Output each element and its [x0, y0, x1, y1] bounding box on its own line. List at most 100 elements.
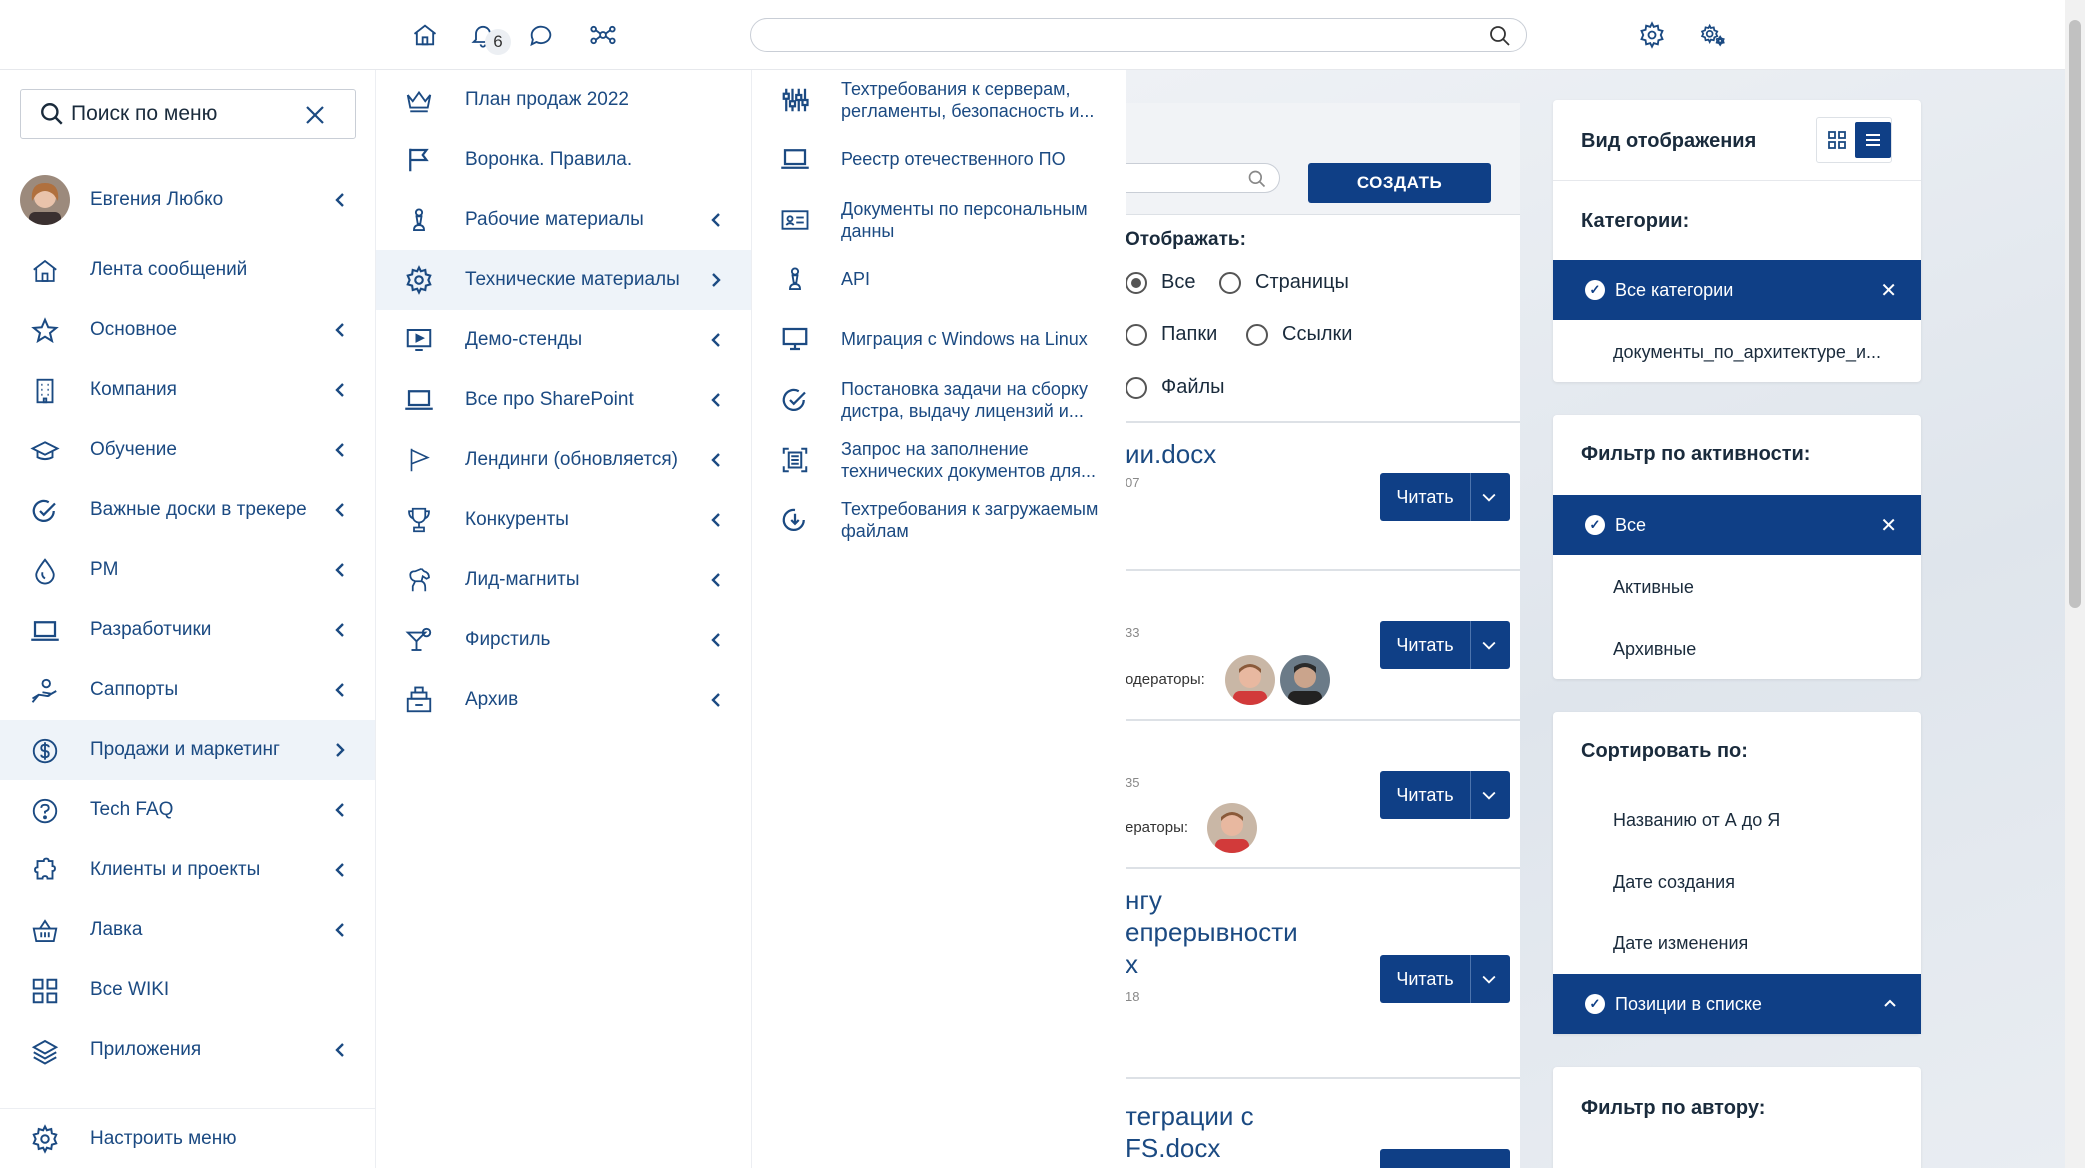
menu-item-learning[interactable]: Обучение — [0, 420, 375, 480]
close-icon[interactable]: ✕ — [1880, 513, 1897, 538]
radio-files[interactable]: Файлы — [1125, 376, 1225, 399]
document-title-line[interactable]: FS.docx — [1125, 1133, 1220, 1164]
avatar[interactable] — [1207, 803, 1257, 853]
category-option[interactable]: документы_по_архитектуре_и... — [1553, 322, 1921, 382]
document-title[interactable]: ии.docx — [1125, 439, 1216, 470]
tech-item-label: Техтребования к загружаемым файлам — [841, 499, 1099, 541]
menu-item-tracker-boards[interactable]: Важные доски в трекере — [0, 480, 375, 540]
activity-option[interactable]: Активные — [1553, 557, 1921, 617]
activity-option[interactable]: Архивные — [1553, 619, 1921, 679]
tech-item-distro-build-task[interactable]: Постановка задачи на сборку дистра, выда… — [752, 378, 1126, 422]
configure-menu-item[interactable]: Настроить меню — [0, 1108, 375, 1168]
tech-item-server-requirements[interactable]: Техтребования к серверам, регламенты, бе… — [752, 78, 1126, 122]
radio-links[interactable]: Ссылки — [1246, 323, 1352, 346]
search-icon[interactable] — [1488, 24, 1512, 48]
tech-item-label: Запрос на заполнение технических докумен… — [841, 439, 1097, 481]
menu-item-pm[interactable]: PM — [0, 540, 375, 600]
read-button[interactable]: Читать — [1380, 771, 1510, 819]
submenu-item-lead-magnets[interactable]: Лид-магниты — [376, 550, 751, 610]
close-icon[interactable] — [303, 103, 327, 127]
settings-button[interactable] — [1634, 17, 1670, 53]
submenu-item-label: Демо-стенды — [465, 329, 583, 350]
read-button[interactable]: Читать — [1380, 955, 1510, 1003]
tech-item-windows-linux-migration[interactable]: Миграция с Windows на Linux — [752, 327, 1126, 351]
submenu-item-sales-plan[interactable]: План продаж 2022 — [376, 70, 751, 130]
radio-folders[interactable]: Папки — [1125, 323, 1217, 346]
document-row: 33 одераторы: Читать — [1125, 569, 1520, 719]
menu-item-sales-marketing[interactable]: Продажи и маркетинг — [0, 720, 375, 780]
tech-item-tech-docs-request[interactable]: Запрос на заполнение технических докумен… — [752, 438, 1126, 482]
menu-item-company[interactable]: Компания — [0, 360, 375, 420]
chevron-down-icon[interactable] — [1478, 785, 1500, 805]
chevron-down-icon[interactable] — [1478, 969, 1500, 989]
top-bar: 6 — [0, 0, 2065, 70]
layers-icon — [31, 1039, 59, 1065]
tech-item-personal-data-docs[interactable]: Документы по персональным данны — [752, 198, 1126, 242]
tech-item-label: Техтребования к серверам, регламенты, бе… — [841, 79, 1095, 121]
divider — [1470, 621, 1471, 669]
submenu-item-landings[interactable]: Лендинги (обновляется) — [376, 430, 751, 490]
user-profile-item[interactable]: Евгения Любко — [0, 170, 375, 230]
question-icon — [32, 798, 58, 824]
home-button[interactable] — [407, 17, 443, 53]
close-icon[interactable]: ✕ — [1880, 278, 1897, 303]
menu-item-developers[interactable]: Разработчики — [0, 600, 375, 660]
admin-settings-button[interactable] — [1694, 17, 1730, 53]
tech-item-label: API — [841, 269, 871, 289]
document-title-line[interactable]: епрерывности — [1125, 917, 1298, 948]
document-title-line[interactable]: нгу — [1125, 885, 1162, 916]
menu-item-tech-faq[interactable]: Tech FAQ — [0, 780, 375, 840]
messages-button[interactable] — [523, 17, 559, 53]
page-scrollbar[interactable] — [2065, 0, 2085, 1168]
read-button[interactable]: Читать — [1380, 473, 1510, 521]
submenu-item-sharepoint[interactable]: Все про SharePoint — [376, 370, 751, 430]
sort-option[interactable]: Дате изменения — [1553, 913, 1921, 973]
sort-option[interactable]: Дате создания — [1553, 852, 1921, 912]
read-button[interactable] — [1380, 1149, 1510, 1168]
tech-item-upload-file-requirements[interactable]: Техтребования к загружаемым файлам — [752, 498, 1126, 542]
list-view-button[interactable] — [1855, 122, 1891, 158]
activity-option-selected[interactable]: ✓ Все ✕ — [1553, 495, 1921, 555]
scrollbar-thumb[interactable] — [2069, 20, 2081, 608]
network-button[interactable] — [585, 17, 621, 53]
chevron-up-icon[interactable] — [1883, 998, 1897, 1008]
category-option-selected[interactable]: ✓ Все категории ✕ — [1553, 260, 1921, 320]
avatar[interactable] — [1280, 655, 1330, 705]
submenu-item-competitors[interactable]: Конкуренты — [376, 490, 751, 550]
radio-pages[interactable]: Страницы — [1219, 271, 1349, 294]
document-title-line[interactable]: теграции с — [1125, 1101, 1254, 1132]
menu-item-feed[interactable]: Лента сообщений — [0, 240, 375, 300]
chevron-down-icon[interactable] — [1478, 635, 1500, 655]
sort-option[interactable]: Названию от А до Я — [1553, 790, 1921, 850]
dollar-circle-icon — [32, 738, 58, 764]
submenu-item-brand-style[interactable]: Фирстиль — [376, 610, 751, 670]
tech-item-api[interactable]: API — [752, 267, 1126, 290]
menu-item-main[interactable]: Основное — [0, 300, 375, 360]
avatar[interactable] — [1225, 655, 1275, 705]
submenu-item-demo-stands[interactable]: Демо-стенды — [376, 310, 751, 370]
documents-search-input[interactable] — [1125, 163, 1280, 193]
divider — [1470, 955, 1471, 1003]
menu-item-shop[interactable]: Лавка — [0, 900, 375, 960]
menu-item-apps[interactable]: Приложения — [0, 1020, 375, 1080]
submenu-item-funnel-rules[interactable]: Воронка. Правила. — [376, 130, 751, 190]
submenu-item-work-materials[interactable]: Рабочие материалы — [376, 190, 751, 250]
tech-item-software-registry[interactable]: Реестр отечественного ПО — [752, 148, 1126, 170]
sort-option-selected[interactable]: ✓ Позиции в списке — [1553, 974, 1921, 1034]
notifications-button[interactable]: 6 — [465, 17, 511, 55]
document-title-line[interactable]: х — [1125, 949, 1138, 980]
chevron-down-icon[interactable] — [1478, 487, 1500, 507]
submenu-item-archive[interactable]: Архив — [376, 670, 751, 730]
grid-view-button[interactable] — [1819, 122, 1855, 158]
radio-all[interactable]: Все — [1125, 271, 1195, 294]
read-button[interactable]: Читать — [1380, 621, 1510, 669]
menu-item-support[interactable]: Саппорты — [0, 660, 375, 720]
radio-label: Все — [1161, 271, 1196, 293]
create-button[interactable]: СОЗДАТЬ — [1308, 163, 1491, 203]
menu-item-all-wiki[interactable]: Все WIKI — [0, 960, 375, 1020]
menu-search-input[interactable] — [71, 102, 301, 126]
chevron-left-icon — [711, 693, 720, 707]
submenu-item-tech-materials[interactable]: Техническиe материалы — [376, 250, 751, 310]
global-search-input[interactable] — [750, 18, 1527, 52]
menu-item-clients-projects[interactable]: Клиенты и проекты — [0, 840, 375, 900]
